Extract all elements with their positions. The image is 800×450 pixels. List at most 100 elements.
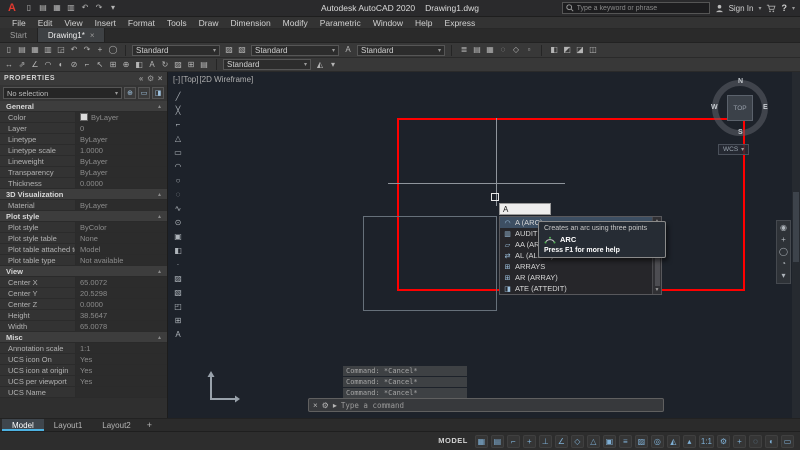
make-object-layer-icon[interactable]: ◧ — [548, 44, 560, 56]
orbit-icon[interactable]: ◔ — [781, 259, 786, 269]
autocomplete-item[interactable]: ⊞ ARRAYS — [500, 261, 652, 272]
undo-icon[interactable]: ↶ — [68, 44, 80, 56]
dim-angular-icon[interactable]: ∠ — [29, 59, 41, 71]
menu-item[interactable]: Format — [122, 17, 161, 29]
collapse-icon[interactable]: ▴ — [158, 103, 161, 110]
layer-freeze-icon[interactable]: ◇ — [510, 44, 522, 56]
property-value[interactable]: ByColor — [76, 222, 167, 232]
spline-tool-icon[interactable]: ∿ — [171, 202, 185, 215]
quick-select-icon[interactable]: ◨ — [152, 87, 164, 99]
select-objects-icon[interactable]: ▭ — [138, 87, 150, 99]
infer-constraints-icon[interactable]: ⌐ — [507, 435, 520, 448]
layer-previous-icon[interactable]: ◫ — [587, 44, 599, 56]
graphics-performance-icon[interactable]: ◐ — [765, 435, 778, 448]
dim-text-edit-icon[interactable]: A — [146, 59, 158, 71]
chevron-down-icon[interactable]: ▾ — [741, 146, 744, 153]
autocomplete-item[interactable]: ◨ ATE (ATTEDIT) — [500, 283, 652, 294]
polar-tracking-icon[interactable]: ∠ — [555, 435, 568, 448]
dim-arc-icon[interactable]: ◠ — [42, 59, 54, 71]
property-value[interactable]: Yes — [76, 354, 167, 364]
layer-lock-icon[interactable]: ▫ — [523, 44, 535, 56]
selection-cycling-icon[interactable]: ◎ — [651, 435, 664, 448]
annotation-monitor-icon[interactable]: + — [733, 435, 746, 448]
dim-style-combo[interactable]: Standard ▾ — [223, 59, 311, 70]
point-tool-icon[interactable]: · — [171, 258, 185, 271]
menu-item[interactable]: View — [58, 17, 88, 29]
dim-radius-icon[interactable]: ◐ — [55, 59, 67, 71]
ellipse-tool-icon[interactable]: ⊙ — [171, 216, 185, 229]
open-icon[interactable]: ▤ — [16, 44, 28, 56]
property-value[interactable]: ByLayer — [76, 156, 167, 166]
grid-icon[interactable]: ▦ — [475, 435, 488, 448]
model-space-canvas[interactable]: [-][Top][2D Wireframe] ╱╳⌐△▭◠○◌∿⊙▣◧·▨▧◰⊞… — [168, 72, 800, 418]
pickadd-toggle-icon[interactable]: ⊕ — [124, 87, 136, 99]
menu-item[interactable]: Window — [367, 17, 409, 29]
property-value[interactable]: Yes — [76, 376, 167, 386]
chevron-down-icon[interactable]: ▾ — [438, 47, 441, 54]
clean-screen-icon[interactable]: ▭ — [781, 435, 794, 448]
viewport-control[interactable]: [Top] — [181, 75, 198, 84]
transparency-icon[interactable]: ▨ — [635, 435, 648, 448]
property-value[interactable]: ByLayer — [76, 112, 167, 122]
workspace-style-combo[interactable]: Standard ▾ — [132, 45, 220, 56]
text-style-icon[interactable]: A — [342, 44, 354, 56]
recent-commands-icon[interactable]: ▸ — [333, 401, 337, 410]
dim-style-icon[interactable]: ▨ — [172, 59, 184, 71]
wcs-selector[interactable]: WCS ▾ — [718, 144, 749, 155]
match-properties-icon[interactable]: ▨ — [223, 44, 235, 56]
selection-combo[interactable]: No selection ▾ — [3, 87, 122, 99]
annotation-style-combo[interactable]: Standard ▾ — [251, 45, 339, 56]
chevron-down-icon[interactable]: ▾ — [332, 47, 335, 54]
text-tool-icon[interactable]: A — [171, 328, 185, 341]
showmotion-icon[interactable]: ▾ — [781, 271, 785, 281]
section-header-misc[interactable]: Misc ▴ — [0, 332, 167, 343]
isodraft-icon[interactable]: ◇ — [571, 435, 584, 448]
chevron-down-icon[interactable]: ▾ — [304, 61, 307, 68]
line-tool-icon[interactable]: ╱ — [171, 90, 185, 103]
scrollbar-thumb[interactable] — [793, 192, 799, 262]
dynamic-input-field[interactable]: A — [499, 203, 551, 215]
annotation-autoscale-icon[interactable]: ▴ — [683, 435, 696, 448]
isolate-objects-icon[interactable]: ◌ — [749, 435, 762, 448]
property-value[interactable]: None — [76, 233, 167, 243]
property-value[interactable]: 1:1 — [76, 343, 167, 353]
pan-hand-icon[interactable]: + — [781, 235, 786, 245]
file-tab-start[interactable]: Start — [0, 28, 38, 42]
palette-settings-icon[interactable]: ⚙ — [147, 74, 155, 83]
tolerance-icon[interactable]: ⊞ — [107, 59, 119, 71]
viewport-control[interactable]: [-] — [173, 75, 180, 84]
dim-aligned-icon[interactable]: ⇗ — [16, 59, 28, 71]
workspace-switching-icon[interactable]: ⚙ — [717, 435, 730, 448]
autocomplete-item[interactable]: ⊞ AR (ARRAY) — [500, 272, 652, 283]
layer-match-icon[interactable]: ◪ — [574, 44, 586, 56]
layer-filter-icon[interactable]: ▤ — [471, 44, 483, 56]
ortho-icon[interactable]: ⊥ — [539, 435, 552, 448]
circle-tool-icon[interactable]: ○ — [171, 174, 185, 187]
command-line[interactable]: × ⚙ ▸ — [308, 398, 664, 412]
menu-item[interactable]: Dimension — [225, 17, 277, 29]
chevron-down-icon[interactable]: ▾ — [792, 5, 795, 12]
property-value[interactable]: Not available — [76, 255, 167, 265]
autocad-logo-icon[interactable]: A — [5, 2, 19, 14]
navigation-wheel-icon[interactable]: ◉ — [780, 223, 787, 233]
scroll-down-icon[interactable]: ▼ — [655, 287, 660, 293]
keyword-search-box[interactable] — [562, 2, 710, 14]
leader-icon[interactable]: ↖ — [94, 59, 106, 71]
collapse-icon[interactable]: ▴ — [158, 213, 161, 220]
close-tab-icon[interactable]: × — [90, 31, 95, 40]
xline-tool-icon[interactable]: ╳ — [171, 104, 185, 117]
menu-item[interactable]: Modify — [277, 17, 314, 29]
annotation-dropdown-icon[interactable]: ▾ — [327, 59, 339, 71]
viewcube[interactable]: TOP N S W E — [712, 80, 768, 136]
layer-walk-icon[interactable]: ◩ — [561, 44, 573, 56]
property-value[interactable] — [76, 387, 167, 397]
insert-block-tool-icon[interactable]: ▣ — [171, 230, 185, 243]
menu-item[interactable]: Insert — [89, 17, 122, 29]
property-value[interactable]: 38.5647 — [76, 310, 167, 320]
redo-icon[interactable]: ↷ — [93, 2, 105, 14]
menu-item[interactable]: Edit — [32, 17, 59, 29]
table-tool-icon[interactable]: ⊞ — [171, 314, 185, 327]
region-tool-icon[interactable]: ◰ — [171, 300, 185, 313]
property-value[interactable]: ByLayer — [76, 134, 167, 144]
property-value[interactable]: 65.0078 — [76, 321, 167, 331]
